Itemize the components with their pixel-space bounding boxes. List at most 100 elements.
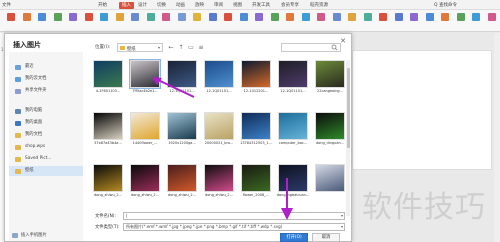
image-file-item[interactable]: 22cangeoing... bbox=[311, 60, 347, 96]
ribbon-tool-button[interactable] bbox=[252, 12, 266, 30]
ribbon-tab[interactable]: 放映 bbox=[195, 2, 204, 9]
ribbon-tool-button[interactable] bbox=[20, 12, 34, 30]
ribbon-tool-button[interactable] bbox=[128, 12, 142, 30]
back-arrow-icon[interactable]: ← bbox=[167, 43, 175, 52]
place-item[interactable]: 我的电脑 bbox=[9, 106, 83, 116]
ribbon-tab-bar: 文件 开始 插入 设计 切换 动画 放映 审阅 视图 开发工具 会员专享 稻壳资源 Q 查找命令 bbox=[0, 0, 500, 10]
tool-icon bbox=[193, 13, 201, 21]
ribbon-tool-button[interactable] bbox=[97, 12, 111, 30]
image-file-item[interactable]: 12-1412201... bbox=[237, 60, 273, 96]
folder-icon bbox=[15, 88, 21, 94]
tool-icon bbox=[84, 13, 93, 21]
ribbon-tool-button[interactable] bbox=[82, 12, 96, 30]
view-menu-icon[interactable]: ≡ bbox=[197, 43, 205, 52]
folder-icon bbox=[120, 46, 125, 50]
ribbon-tab[interactable]: 切换 bbox=[157, 2, 166, 9]
place-item[interactable]: 我的云文档 bbox=[9, 74, 83, 84]
image-file-item[interactable]: 20000021_bro... bbox=[200, 112, 236, 148]
image-thumbnail bbox=[167, 112, 197, 140]
ribbon-tab[interactable]: 动画 bbox=[176, 2, 185, 9]
ribbon-tool-button[interactable] bbox=[330, 12, 344, 30]
ribbon-tab[interactable]: 插入 bbox=[119, 2, 134, 9]
ribbon-tab[interactable]: 稻壳资源 bbox=[310, 2, 328, 9]
open-button[interactable]: 打开(O) bbox=[280, 233, 308, 242]
image-file-item[interactable]: computer_bac... bbox=[274, 112, 310, 148]
ribbon-tool-button[interactable] bbox=[66, 12, 80, 30]
place-item[interactable]: Saved Pict... bbox=[9, 154, 83, 164]
slide-canvas[interactable] bbox=[352, 50, 492, 170]
ribbon-tool-button[interactable] bbox=[51, 12, 65, 30]
image-file-item[interactable]: 1440flower_... bbox=[126, 112, 162, 148]
file-grid-scrollbar[interactable] bbox=[346, 60, 350, 216]
image-file-item[interactable]: 1920x1200ga... bbox=[163, 112, 199, 148]
ribbon-tool-button[interactable] bbox=[175, 12, 189, 30]
tool-icon bbox=[162, 13, 170, 21]
ribbon-tool-button[interactable] bbox=[35, 12, 49, 30]
ribbon-tool-button[interactable] bbox=[190, 12, 204, 30]
ribbon-tab[interactable]: 视图 bbox=[233, 2, 242, 9]
tool-icon bbox=[425, 13, 434, 21]
ribbon-tool-button[interactable] bbox=[423, 12, 437, 30]
ribbon-tool-button[interactable] bbox=[299, 12, 313, 30]
filename-input[interactable]: | ▾ bbox=[123, 212, 345, 220]
image-file-item[interactable]: dong_zhiwu_2... bbox=[200, 164, 236, 200]
place-item[interactable]: 最近 bbox=[9, 62, 83, 72]
image-file-item[interactable]: 12-1Q01101... bbox=[274, 60, 310, 96]
ribbon-tool-button[interactable] bbox=[454, 12, 468, 30]
ribbon-tab[interactable]: 审阅 bbox=[214, 2, 223, 9]
chevron-down-icon: ▾ bbox=[157, 45, 160, 50]
tool-icon bbox=[379, 13, 387, 21]
ribbon-tab[interactable]: 文件 bbox=[2, 2, 11, 9]
image-file-item[interactable]: 13784312503_1... bbox=[237, 112, 273, 148]
tool-icon bbox=[472, 13, 480, 21]
image-file-item[interactable]: dong_zhiwu_2... bbox=[163, 164, 199, 200]
ribbon-tab[interactable]: 设计 bbox=[138, 2, 147, 9]
image-file-item[interactable] bbox=[311, 164, 347, 200]
ribbon-tool-button[interactable] bbox=[485, 12, 499, 30]
cancel-button[interactable]: 取消 bbox=[312, 233, 340, 242]
ribbon-tool-button[interactable] bbox=[144, 12, 158, 30]
ribbon-tool-button[interactable] bbox=[314, 12, 328, 30]
image-thumbnail bbox=[204, 112, 234, 140]
ribbon-tool-button[interactable] bbox=[206, 12, 220, 30]
ribbon-tool-button[interactable] bbox=[345, 12, 359, 30]
ribbon-tool-button[interactable] bbox=[469, 12, 483, 30]
image-file-item[interactable]: dong_dinguan... bbox=[311, 112, 347, 148]
image-file-item[interactable]: 12-1Q01101... bbox=[200, 60, 236, 96]
ribbon-tab[interactable]: 开发工具 bbox=[252, 2, 270, 9]
location-dropdown[interactable]: 壁纸 ▾ bbox=[117, 43, 163, 52]
insert-from-phone-link[interactable]: 插入手机图片 bbox=[9, 231, 47, 240]
ribbon-tool-button[interactable] bbox=[221, 12, 235, 30]
ribbon-tool-button[interactable] bbox=[407, 12, 421, 30]
image-file-item[interactable]: dong_zhiwu_2... bbox=[89, 164, 125, 200]
place-item[interactable]: 我的文档 bbox=[9, 130, 83, 140]
filetype-select[interactable]: 所有图片(*.emf *.wmf *.jpg *.jpeg *.jpe *.pn… bbox=[123, 223, 345, 231]
ribbon-tool-button[interactable] bbox=[113, 12, 127, 30]
place-item[interactable]: 壁纸 bbox=[9, 166, 83, 176]
tool-icon bbox=[208, 13, 217, 21]
ribbon-tab[interactable]: 开始 bbox=[98, 2, 107, 9]
new-folder-icon[interactable]: ▭ bbox=[187, 43, 195, 52]
place-item[interactable]: 我的桌面 bbox=[9, 118, 83, 128]
folder-icon bbox=[15, 156, 21, 162]
image-file-item[interactable]: dong_zhiwu_2... bbox=[126, 164, 162, 200]
ribbon-tool-button[interactable] bbox=[283, 12, 297, 30]
image-file-item[interactable]: 4-1F601103... bbox=[89, 60, 125, 96]
ribbon-tool-button[interactable] bbox=[438, 12, 452, 30]
tool-icon bbox=[270, 13, 279, 21]
image-file-item[interactable]: 57e87a43b4a... bbox=[89, 112, 125, 148]
ribbon-tool-button[interactable] bbox=[237, 12, 251, 30]
ribbon-tool-button[interactable] bbox=[268, 12, 282, 30]
image-file-item[interactable]: flower_2008_... bbox=[237, 164, 273, 200]
ribbon-tool-button[interactable] bbox=[159, 12, 173, 30]
place-item[interactable]: shop.wps bbox=[9, 142, 83, 152]
up-folder-icon[interactable]: ↑ bbox=[177, 43, 185, 52]
ribbon-tool-button[interactable] bbox=[392, 12, 406, 30]
ribbon-tab[interactable]: Q 查找命令 bbox=[434, 2, 457, 9]
ribbon-tool-button[interactable] bbox=[361, 12, 375, 30]
place-item[interactable]: 共享文件夹 bbox=[9, 86, 83, 96]
ribbon-tool-button[interactable] bbox=[376, 12, 390, 30]
ribbon-tab[interactable]: 会员专享 bbox=[281, 2, 299, 9]
search-field[interactable] bbox=[281, 43, 341, 52]
ribbon-tool-button[interactable] bbox=[4, 12, 18, 30]
